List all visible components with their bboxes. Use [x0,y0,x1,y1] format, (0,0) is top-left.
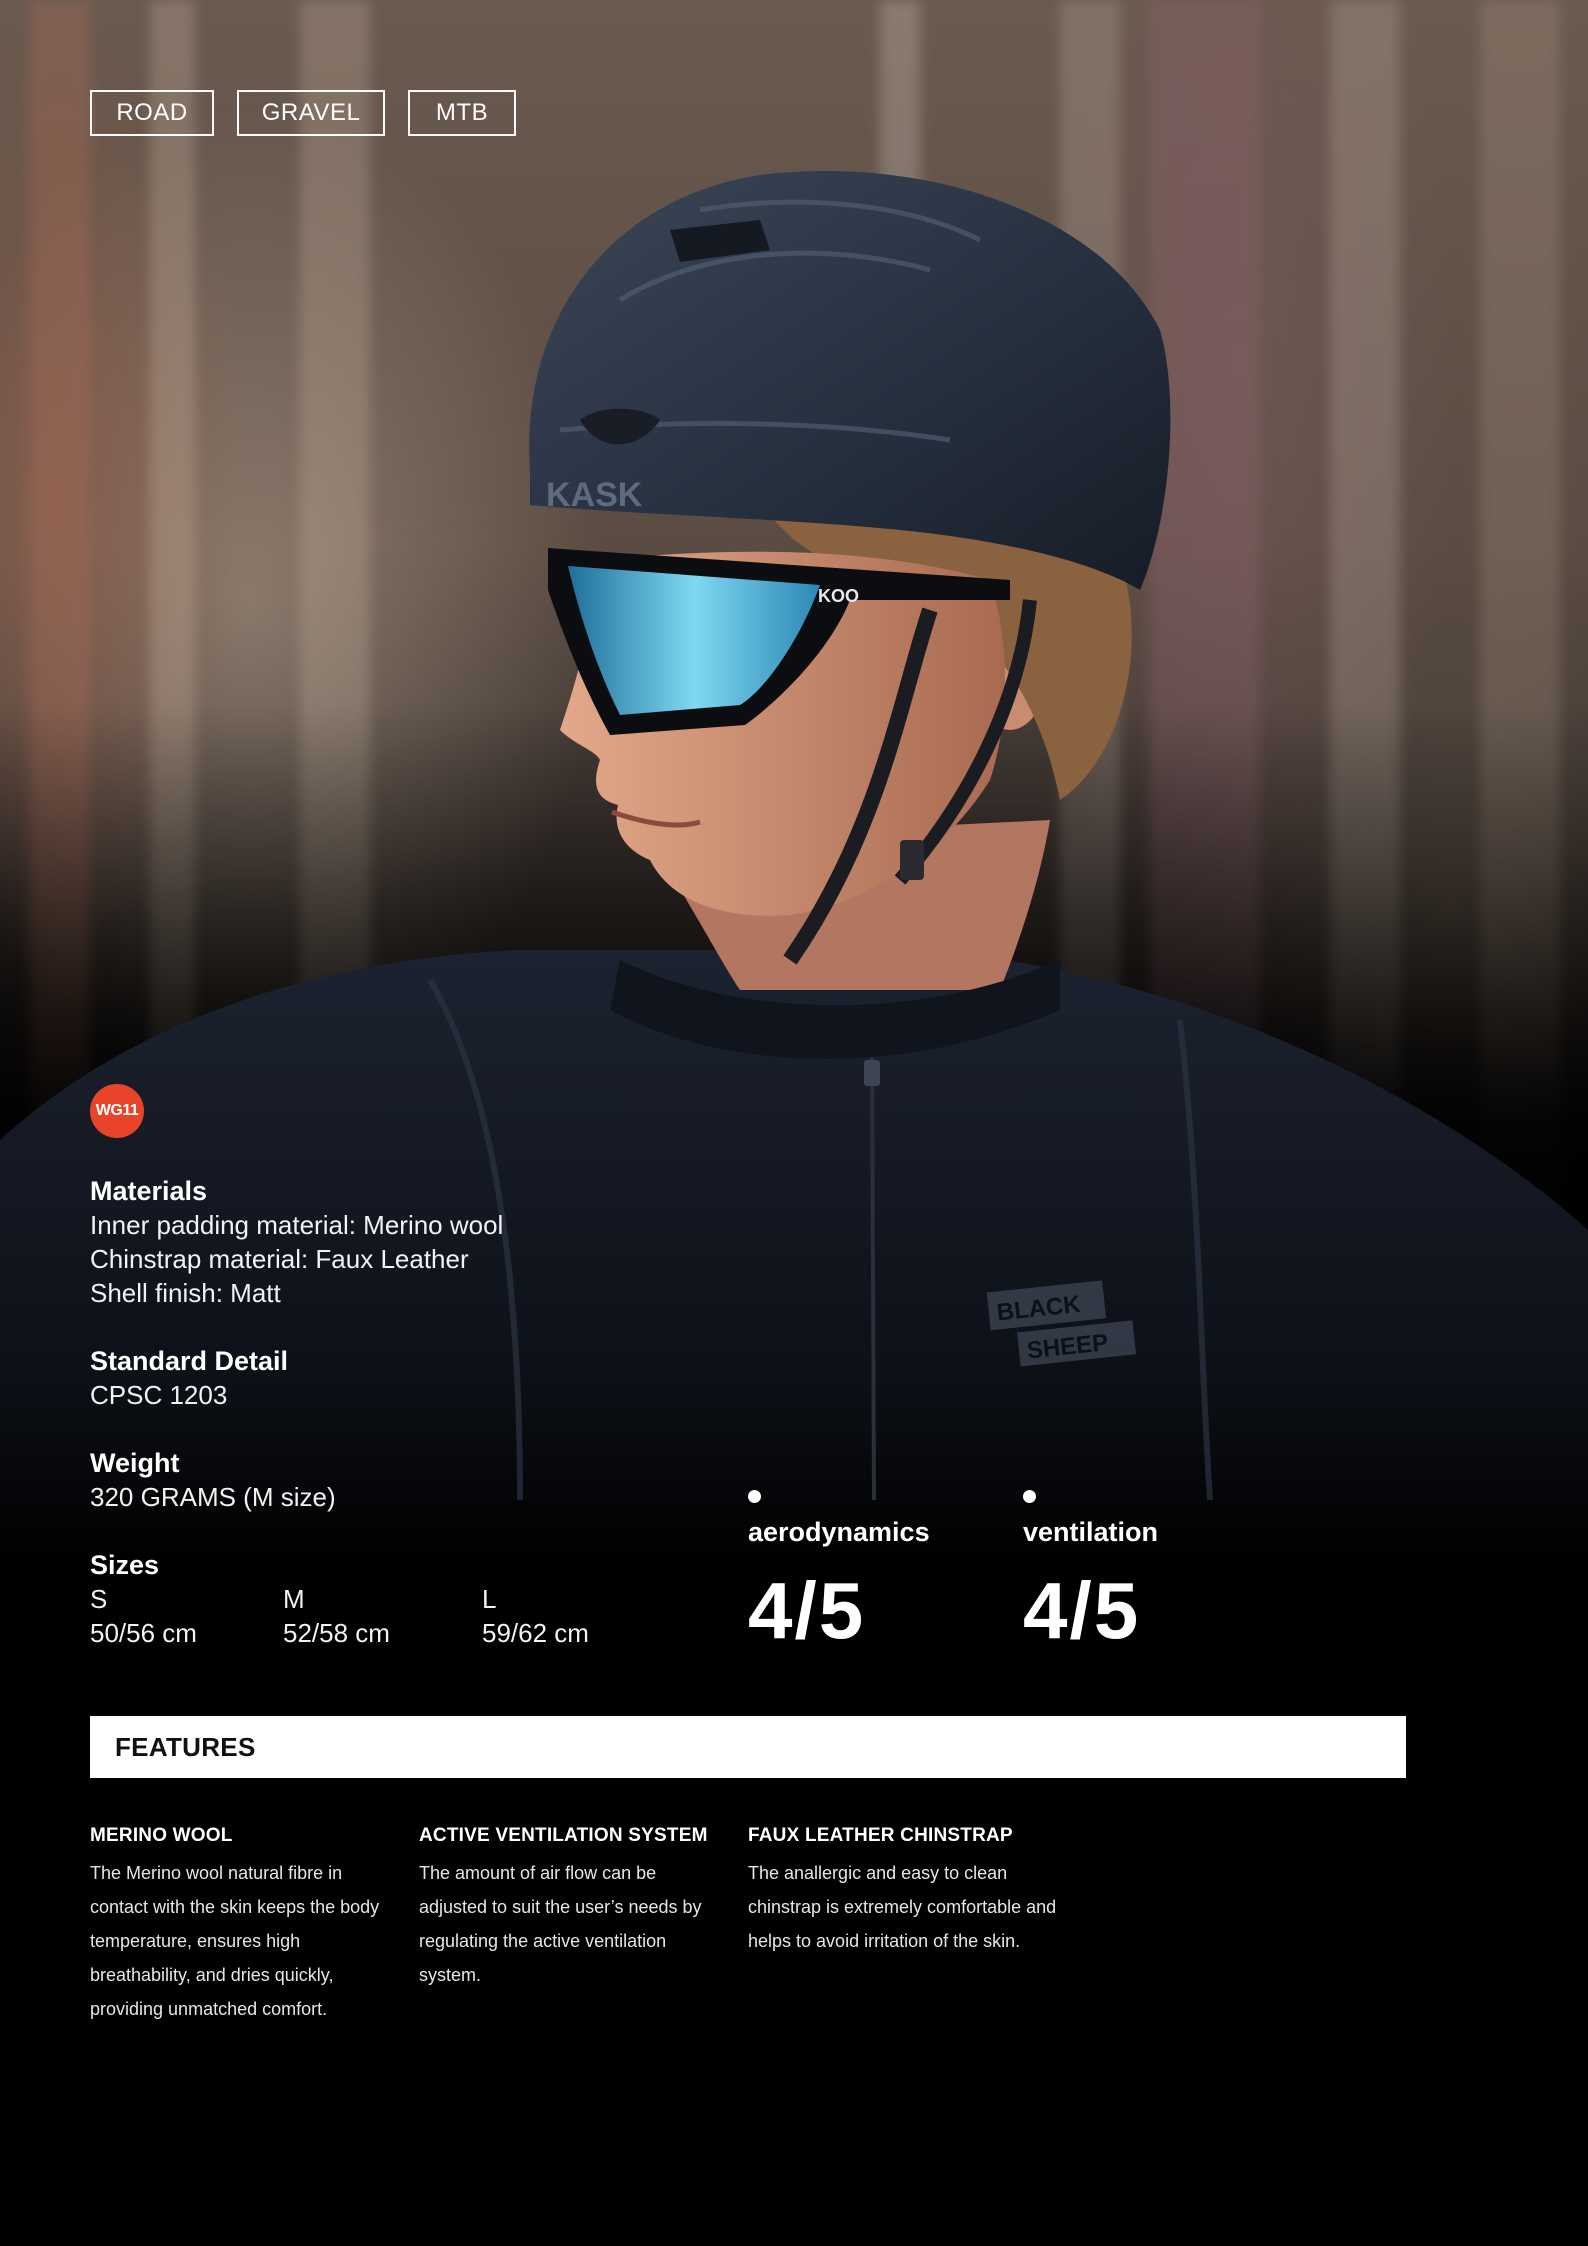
materials-line: Shell finish: Matt [90,1278,281,1308]
svg-text:KOO: KOO [818,586,859,606]
model-badge: WG11 [90,1084,144,1138]
weight-value: 320 GRAMS (M size) [90,1482,336,1512]
feature-faux-leather-chinstrap: FAUX LEATHER CHINSTRAP The anallergic an… [748,1824,1068,1958]
category-gravel-button[interactable]: GRAVEL [237,90,385,136]
rating-score: 4/5 [1023,1566,1141,1655]
rating-aerodynamics: aerodynamics 4/5 [748,1490,930,1651]
feature-text: The amount of air flow can be adjusted t… [419,1863,702,1985]
sizes-title: Sizes [90,1550,160,1580]
weight-title: Weight [90,1448,180,1478]
feature-text: The anallergic and easy to clean chinstr… [748,1863,1057,1951]
feature-title: ACTIVE VENTILATION SYSTEM [419,1825,708,1846]
size-range: 52/58 cm [283,1618,390,1648]
svg-text:KASK: KASK [546,476,643,514]
materials-block: Materials Inner padding material: Merino… [90,1174,650,1310]
sizes-block: Sizes S 50/56 cm M 52/58 cm L 59/62 cm [90,1548,650,1650]
features-heading: FEATURES [90,1716,1406,1778]
size-range: 50/56 cm [90,1618,197,1648]
size-label: L [482,1584,497,1614]
rating-ventilation: ventilation 4/5 [1023,1490,1158,1651]
size-l: L 59/62 cm [482,1582,589,1650]
rating-score: 4/5 [748,1566,866,1655]
standard-block: Standard Detail CPSC 1203 [90,1344,650,1412]
category-road-button[interactable]: ROAD [90,90,214,136]
size-s: S 50/56 cm [90,1582,283,1650]
sizes-row: S 50/56 cm M 52/58 cm L 59/62 cm [90,1582,650,1650]
feature-title: FAUX LEATHER CHINSTRAP [748,1825,1013,1846]
weight-block: Weight 320 GRAMS (M size) [90,1446,650,1514]
category-tabs: ROAD GRAVEL MTB [90,90,516,136]
feature-merino-wool: MERINO WOOL The Merino wool natural fibr… [90,1824,390,2026]
bullet-icon [748,1490,761,1503]
rating-label: aerodynamics [748,1517,930,1547]
standard-title: Standard Detail [90,1346,289,1376]
size-m: M 52/58 cm [283,1582,482,1650]
materials-line: Chinstrap material: Faux Leather [90,1244,469,1274]
size-label: S [90,1584,108,1614]
rating-label: ventilation [1023,1517,1159,1547]
feature-active-ventilation: ACTIVE VENTILATION SYSTEM The amount of … [419,1824,719,1992]
bullet-icon [1023,1490,1036,1503]
size-range: 59/62 cm [482,1618,589,1648]
specs-panel: Materials Inner padding material: Merino… [90,1174,650,1684]
feature-text: The Merino wool natural fibre in contact… [90,1863,380,2019]
feature-title: MERINO WOOL [90,1825,233,1846]
materials-line: Inner padding material: Merino wool [90,1210,504,1240]
materials-title: Materials [90,1176,208,1206]
category-mtb-button[interactable]: MTB [408,90,516,136]
standard-value: CPSC 1203 [90,1380,228,1410]
size-label: M [283,1584,305,1614]
